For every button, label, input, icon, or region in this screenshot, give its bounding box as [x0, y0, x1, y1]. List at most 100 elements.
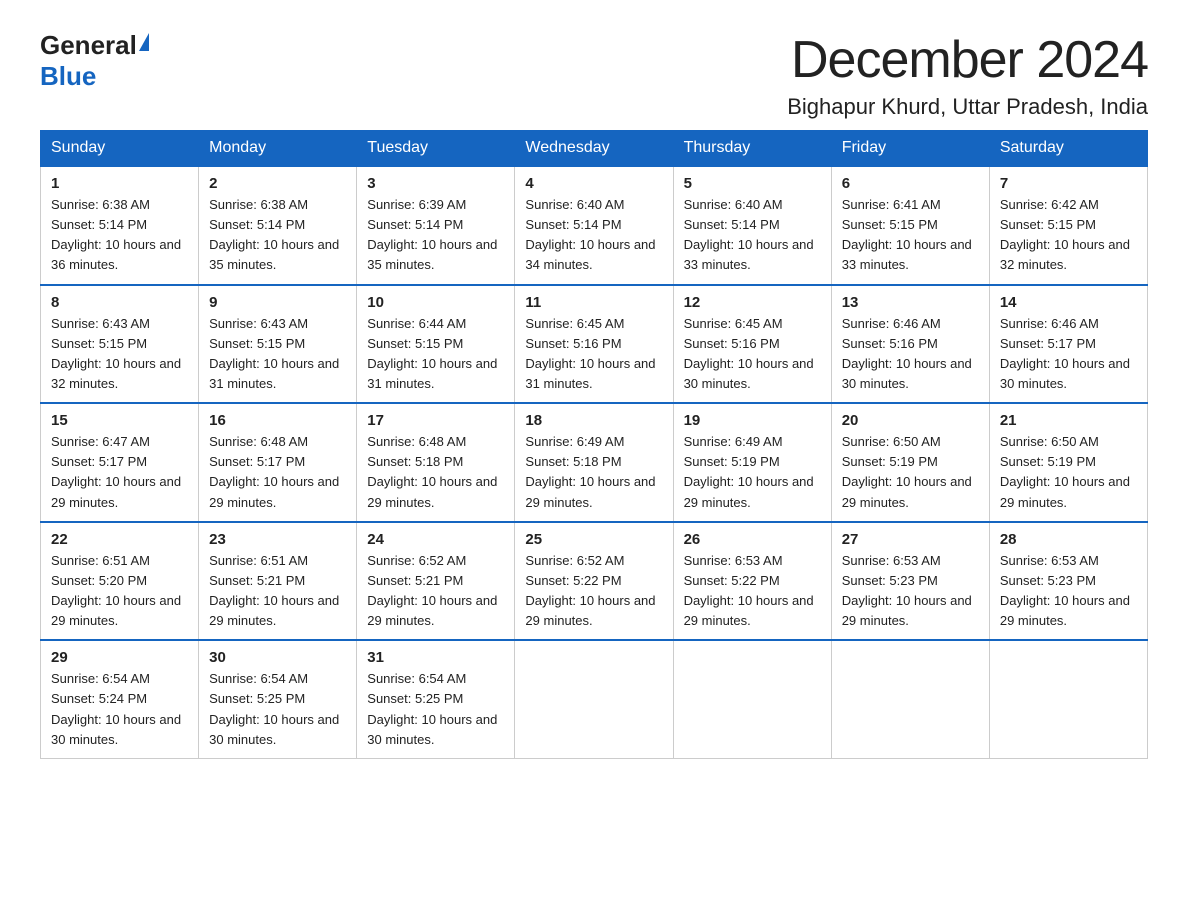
- day-info: Sunrise: 6:50 AMSunset: 5:19 PMDaylight:…: [1000, 434, 1130, 509]
- calendar-weekday-monday: Monday: [199, 131, 357, 167]
- day-info: Sunrise: 6:40 AMSunset: 5:14 PMDaylight:…: [684, 197, 814, 272]
- day-info: Sunrise: 6:49 AMSunset: 5:19 PMDaylight:…: [684, 434, 814, 509]
- calendar-cell: 12 Sunrise: 6:45 AMSunset: 5:16 PMDaylig…: [673, 285, 831, 404]
- day-number: 1: [51, 175, 188, 192]
- logo-triangle-icon: [139, 33, 149, 51]
- calendar-cell: 26 Sunrise: 6:53 AMSunset: 5:22 PMDaylig…: [673, 522, 831, 641]
- location-title: Bighapur Khurd, Uttar Pradesh, India: [787, 94, 1148, 120]
- day-info: Sunrise: 6:49 AMSunset: 5:18 PMDaylight:…: [525, 434, 655, 509]
- day-info: Sunrise: 6:48 AMSunset: 5:18 PMDaylight:…: [367, 434, 497, 509]
- day-number: 29: [51, 649, 188, 666]
- day-info: Sunrise: 6:54 AMSunset: 5:25 PMDaylight:…: [367, 671, 497, 746]
- calendar-cell: 15 Sunrise: 6:47 AMSunset: 5:17 PMDaylig…: [41, 403, 199, 522]
- calendar-cell: 17 Sunrise: 6:48 AMSunset: 5:18 PMDaylig…: [357, 403, 515, 522]
- calendar-weekday-sunday: Sunday: [41, 131, 199, 167]
- logo: General Blue: [40, 30, 149, 92]
- day-info: Sunrise: 6:53 AMSunset: 5:22 PMDaylight:…: [684, 553, 814, 628]
- calendar-weekday-friday: Friday: [831, 131, 989, 167]
- day-info: Sunrise: 6:38 AMSunset: 5:14 PMDaylight:…: [51, 197, 181, 272]
- day-number: 6: [842, 175, 979, 192]
- day-number: 18: [525, 412, 662, 429]
- day-info: Sunrise: 6:43 AMSunset: 5:15 PMDaylight:…: [51, 316, 181, 391]
- day-number: 22: [51, 531, 188, 548]
- calendar-week-row: 15 Sunrise: 6:47 AMSunset: 5:17 PMDaylig…: [41, 403, 1148, 522]
- day-number: 8: [51, 294, 188, 311]
- calendar-cell: 21 Sunrise: 6:50 AMSunset: 5:19 PMDaylig…: [989, 403, 1147, 522]
- calendar-cell: 1 Sunrise: 6:38 AMSunset: 5:14 PMDayligh…: [41, 166, 199, 285]
- calendar-week-row: 1 Sunrise: 6:38 AMSunset: 5:14 PMDayligh…: [41, 166, 1148, 285]
- day-info: Sunrise: 6:52 AMSunset: 5:22 PMDaylight:…: [525, 553, 655, 628]
- day-info: Sunrise: 6:54 AMSunset: 5:24 PMDaylight:…: [51, 671, 181, 746]
- day-number: 26: [684, 531, 821, 548]
- calendar-cell: 24 Sunrise: 6:52 AMSunset: 5:21 PMDaylig…: [357, 522, 515, 641]
- day-number: 23: [209, 531, 346, 548]
- calendar-cell: 29 Sunrise: 6:54 AMSunset: 5:24 PMDaylig…: [41, 640, 199, 758]
- calendar-week-row: 22 Sunrise: 6:51 AMSunset: 5:20 PMDaylig…: [41, 522, 1148, 641]
- calendar-cell: 19 Sunrise: 6:49 AMSunset: 5:19 PMDaylig…: [673, 403, 831, 522]
- calendar-cell: 28 Sunrise: 6:53 AMSunset: 5:23 PMDaylig…: [989, 522, 1147, 641]
- day-info: Sunrise: 6:40 AMSunset: 5:14 PMDaylight:…: [525, 197, 655, 272]
- day-number: 14: [1000, 294, 1137, 311]
- day-number: 12: [684, 294, 821, 311]
- day-number: 15: [51, 412, 188, 429]
- day-number: 27: [842, 531, 979, 548]
- day-info: Sunrise: 6:51 AMSunset: 5:20 PMDaylight:…: [51, 553, 181, 628]
- day-info: Sunrise: 6:47 AMSunset: 5:17 PMDaylight:…: [51, 434, 181, 509]
- day-number: 10: [367, 294, 504, 311]
- calendar-cell: [515, 640, 673, 758]
- day-info: Sunrise: 6:46 AMSunset: 5:17 PMDaylight:…: [1000, 316, 1130, 391]
- day-number: 28: [1000, 531, 1137, 548]
- day-number: 24: [367, 531, 504, 548]
- day-info: Sunrise: 6:42 AMSunset: 5:15 PMDaylight:…: [1000, 197, 1130, 272]
- day-info: Sunrise: 6:46 AMSunset: 5:16 PMDaylight:…: [842, 316, 972, 391]
- calendar-cell: 10 Sunrise: 6:44 AMSunset: 5:15 PMDaylig…: [357, 285, 515, 404]
- calendar-cell: [831, 640, 989, 758]
- logo-blue: Blue: [40, 61, 96, 91]
- day-number: 11: [525, 294, 662, 311]
- day-info: Sunrise: 6:45 AMSunset: 5:16 PMDaylight:…: [684, 316, 814, 391]
- calendar-week-row: 8 Sunrise: 6:43 AMSunset: 5:15 PMDayligh…: [41, 285, 1148, 404]
- calendar-cell: [989, 640, 1147, 758]
- day-number: 19: [684, 412, 821, 429]
- day-number: 17: [367, 412, 504, 429]
- day-info: Sunrise: 6:50 AMSunset: 5:19 PMDaylight:…: [842, 434, 972, 509]
- day-info: Sunrise: 6:53 AMSunset: 5:23 PMDaylight:…: [1000, 553, 1130, 628]
- day-number: 4: [525, 175, 662, 192]
- calendar-cell: 13 Sunrise: 6:46 AMSunset: 5:16 PMDaylig…: [831, 285, 989, 404]
- calendar-cell: 7 Sunrise: 6:42 AMSunset: 5:15 PMDayligh…: [989, 166, 1147, 285]
- calendar-table: SundayMondayTuesdayWednesdayThursdayFrid…: [40, 130, 1148, 759]
- day-number: 9: [209, 294, 346, 311]
- calendar-cell: 6 Sunrise: 6:41 AMSunset: 5:15 PMDayligh…: [831, 166, 989, 285]
- calendar-cell: 23 Sunrise: 6:51 AMSunset: 5:21 PMDaylig…: [199, 522, 357, 641]
- day-number: 16: [209, 412, 346, 429]
- day-info: Sunrise: 6:38 AMSunset: 5:14 PMDaylight:…: [209, 197, 339, 272]
- day-info: Sunrise: 6:43 AMSunset: 5:15 PMDaylight:…: [209, 316, 339, 391]
- calendar-cell: 16 Sunrise: 6:48 AMSunset: 5:17 PMDaylig…: [199, 403, 357, 522]
- day-info: Sunrise: 6:52 AMSunset: 5:21 PMDaylight:…: [367, 553, 497, 628]
- calendar-weekday-wednesday: Wednesday: [515, 131, 673, 167]
- calendar-weekday-thursday: Thursday: [673, 131, 831, 167]
- calendar-cell: 27 Sunrise: 6:53 AMSunset: 5:23 PMDaylig…: [831, 522, 989, 641]
- calendar-cell: 14 Sunrise: 6:46 AMSunset: 5:17 PMDaylig…: [989, 285, 1147, 404]
- calendar-cell: 22 Sunrise: 6:51 AMSunset: 5:20 PMDaylig…: [41, 522, 199, 641]
- calendar-cell: 4 Sunrise: 6:40 AMSunset: 5:14 PMDayligh…: [515, 166, 673, 285]
- day-info: Sunrise: 6:41 AMSunset: 5:15 PMDaylight:…: [842, 197, 972, 272]
- day-number: 3: [367, 175, 504, 192]
- day-info: Sunrise: 6:54 AMSunset: 5:25 PMDaylight:…: [209, 671, 339, 746]
- day-number: 2: [209, 175, 346, 192]
- calendar-cell: 20 Sunrise: 6:50 AMSunset: 5:19 PMDaylig…: [831, 403, 989, 522]
- page-header: General Blue December 2024 Bighapur Khur…: [40, 30, 1148, 120]
- day-info: Sunrise: 6:44 AMSunset: 5:15 PMDaylight:…: [367, 316, 497, 391]
- calendar-cell: 31 Sunrise: 6:54 AMSunset: 5:25 PMDaylig…: [357, 640, 515, 758]
- calendar-cell: 3 Sunrise: 6:39 AMSunset: 5:14 PMDayligh…: [357, 166, 515, 285]
- calendar-cell: 2 Sunrise: 6:38 AMSunset: 5:14 PMDayligh…: [199, 166, 357, 285]
- day-info: Sunrise: 6:51 AMSunset: 5:21 PMDaylight:…: [209, 553, 339, 628]
- calendar-cell: 25 Sunrise: 6:52 AMSunset: 5:22 PMDaylig…: [515, 522, 673, 641]
- calendar-cell: 18 Sunrise: 6:49 AMSunset: 5:18 PMDaylig…: [515, 403, 673, 522]
- day-number: 25: [525, 531, 662, 548]
- calendar-weekday-saturday: Saturday: [989, 131, 1147, 167]
- calendar-cell: 11 Sunrise: 6:45 AMSunset: 5:16 PMDaylig…: [515, 285, 673, 404]
- calendar-weekday-tuesday: Tuesday: [357, 131, 515, 167]
- calendar-cell: 9 Sunrise: 6:43 AMSunset: 5:15 PMDayligh…: [199, 285, 357, 404]
- day-number: 20: [842, 412, 979, 429]
